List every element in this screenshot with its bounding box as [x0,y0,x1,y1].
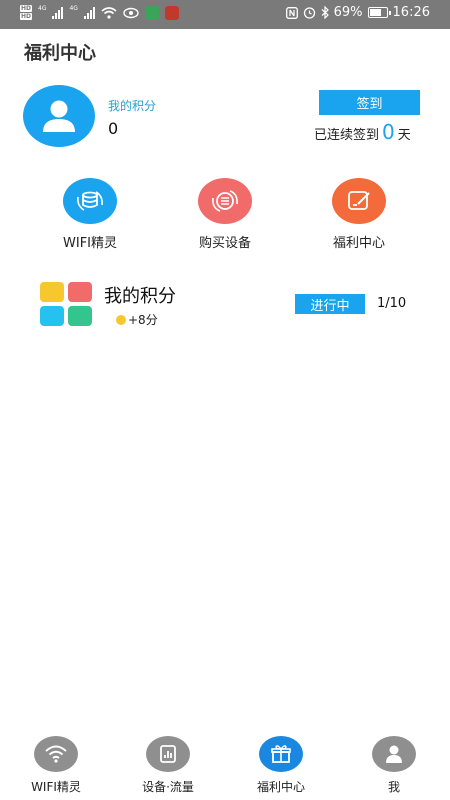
tile [68,306,92,326]
task-tiles-icon [40,282,92,326]
feature-welfare-center[interactable]: 福利中心 [299,178,419,251]
feature-label: 福利中心 [332,236,385,251]
feature-wifi-sprite[interactable]: WIFI精灵 [30,178,150,251]
streak-prefix: 已连续签到 [314,128,380,143]
edit-icon [332,178,386,224]
bluetooth-icon [321,6,329,19]
points-label: 我的积分 [108,99,157,113]
task-reward: +8分 [116,311,158,328]
streak-suffix: 天 [397,128,411,143]
network-type: 4G [38,5,47,12]
feature-label: 购买设备 [198,236,251,251]
nav-item-me[interactable]: 我 [338,736,450,795]
wifi-db-icon [63,178,117,224]
wifi-icon [34,736,78,772]
avatar[interactable] [23,85,95,147]
task-title: 我的积分 [104,286,176,307]
feature-buy-device[interactable]: 购买设备 [165,178,285,251]
user-avatar-icon [43,100,75,132]
battery-icon [367,7,391,18]
alarm-icon [303,7,315,19]
feature-label: WIFI精灵 [63,236,117,251]
app-notification-icon [144,5,159,20]
nav-label: 设备·流量 [142,780,194,794]
bottom-nav: WIFI精灵 设备·流量 福利中心 我 [0,728,450,800]
points-value: 0 [108,119,119,138]
nav-item-wifi-sprite[interactable]: WIFI精灵 [0,736,112,795]
signal-icon [52,6,64,19]
battery-percent: 69% [333,5,363,20]
signal-icon-2 [83,6,95,19]
nfc-icon [285,6,298,19]
hd-icon: HD HD [20,5,33,20]
tile [68,282,92,302]
nav-label: 福利中心 [256,780,305,794]
network-type-2: 4G [69,5,78,12]
nav-item-welfare-center[interactable]: 福利中心 [225,736,337,795]
coin-icon [116,314,126,325]
nav-item-device-traffic[interactable]: 设备·流量 [112,736,224,795]
eye-icon [123,7,139,18]
wifi-status-icon [101,6,117,19]
tile [40,282,64,302]
status-bar: HD HD 4G 4G 69% 16:26 [0,0,450,29]
nav-label: 我 [387,780,400,794]
clock: 16:26 [392,5,430,20]
user-icon [372,736,416,772]
reward-text: +8分 [128,313,158,327]
app-notification-icon-2 [164,5,179,20]
tile [40,306,64,326]
chart-icon [146,736,190,772]
gift-icon [259,736,303,772]
task-progress: 1/10 [377,296,407,311]
nav-label: WIFI精灵 [31,780,81,794]
page-title: 福利中心 [24,43,96,64]
list-icon [198,178,252,224]
signin-streak: 已连续签到 0 天 [314,120,411,144]
streak-days: 0 [382,120,395,144]
status-badge[interactable]: 进行中 [295,294,365,314]
signin-button[interactable]: 签到 [319,90,420,115]
